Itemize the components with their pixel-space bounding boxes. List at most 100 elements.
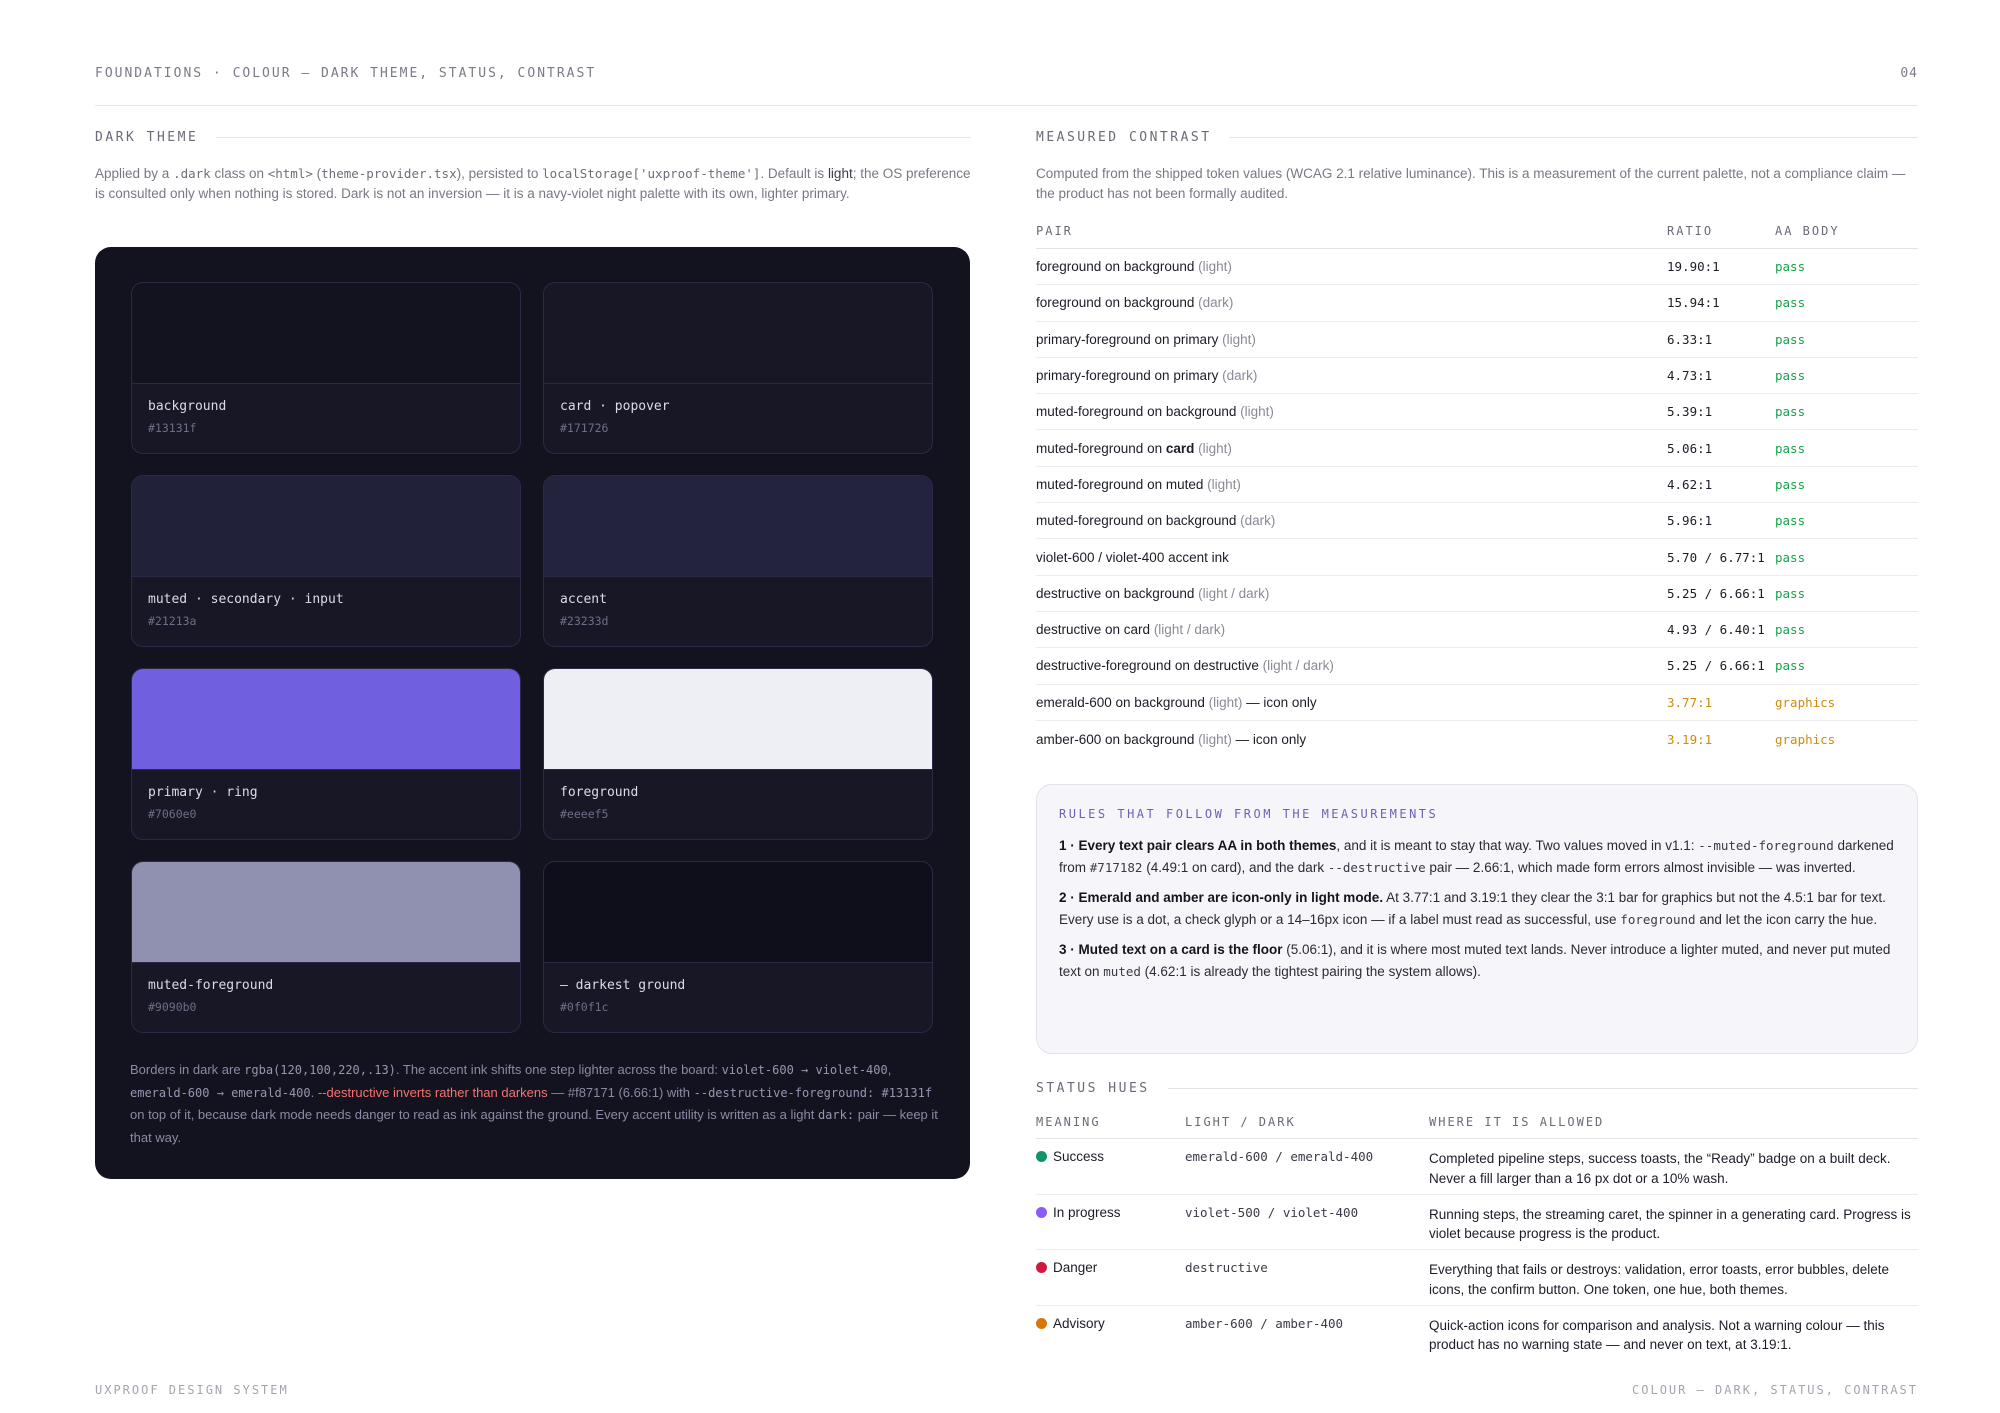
- status-meaning: Danger: [1036, 1260, 1185, 1275]
- contrast-pair: muted-foreground on card (light): [1036, 441, 1667, 456]
- contrast-table-body: foreground on background (light) 19.90:1 p…: [1036, 249, 1918, 757]
- contrast-ratio: 5.70 / 6.77:1: [1667, 549, 1765, 565]
- dark-theme-heading-label: DARK THEME: [95, 130, 199, 145]
- table-row: destructive-foreground on destructive (l…: [1036, 648, 1918, 685]
- table-row: primary-foreground on primary (light) 6.3…: [1036, 322, 1918, 358]
- swatch-color-fill: [132, 669, 520, 770]
- inline-code: theme-provider.tsx: [321, 166, 457, 181]
- text-segment: — icon only: [1231, 731, 1307, 747]
- table-row: In progress violet-500 / violet-400 Runnin…: [1036, 1195, 1918, 1250]
- status-label: Success: [1053, 1149, 1105, 1164]
- column-header-meaning: MEANING: [1036, 1115, 1101, 1129]
- color-swatch: accent #23233d: [543, 475, 933, 647]
- status-dot-icon: [1036, 1206, 1047, 1218]
- swatch-hex: #13131f: [148, 421, 197, 435]
- contrast-table-header: PAIR RATIO AA BODY: [1036, 214, 1918, 249]
- aa-body-result: graphics: [1775, 694, 1836, 710]
- swatch-name: muted · secondary · input: [148, 592, 344, 607]
- contrast-ratio: 19.90:1: [1667, 259, 1720, 275]
- color-swatch: — darkest ground #0f0f1c: [543, 861, 933, 1033]
- inline-code: <html>: [267, 166, 313, 181]
- swatch-color-fill: [544, 283, 932, 384]
- swatch-hex: #21213a: [148, 614, 197, 628]
- heading-rule: [216, 137, 970, 138]
- aa-body-result: pass: [1775, 259, 1806, 275]
- text-segment: Applied by a: [95, 166, 174, 181]
- theme-note: (light): [1240, 404, 1274, 420]
- swatch-name: primary · ring: [148, 785, 258, 800]
- rules-list: 1 · Every text pair clears AA in both th…: [1059, 835, 1895, 982]
- inline-code: --muted-foreground: [1698, 838, 1834, 853]
- aa-body-result: pass: [1775, 622, 1806, 638]
- status-dot-icon: [1036, 1317, 1047, 1329]
- text-segment: muted-foreground on background: [1036, 513, 1241, 529]
- page-number: 04: [1900, 66, 1918, 81]
- swatch-hex: #9090b0: [148, 1000, 197, 1014]
- inline-code: .dark: [173, 166, 211, 181]
- text-segment: — icon only: [1242, 694, 1317, 710]
- table-row: primary-foreground on primary (dark) 4.73…: [1036, 358, 1918, 395]
- heading-rule: [1229, 137, 1918, 138]
- theme-note: (light): [1208, 694, 1243, 710]
- theme-note: (dark): [1198, 295, 1234, 311]
- emphasis-text: 3 · Muted text on a card is the floor: [1059, 942, 1283, 957]
- theme-note: (light): [1207, 476, 1241, 492]
- status-heading-label: STATUS HUES: [1036, 1081, 1150, 1096]
- inline-code: --destructive: [1327, 859, 1426, 875]
- contrast-lead: Computed from the shipped token values (…: [1036, 166, 1906, 201]
- status-usage: Running steps, the streaming caret, the …: [1429, 1206, 1911, 1242]
- status-dot-icon: [1036, 1151, 1047, 1162]
- table-row: muted-foreground on muted (light) 4.62:1 p…: [1036, 467, 1918, 504]
- inline-code: dark:: [817, 1108, 855, 1122]
- emphasis-text: 2 · Emerald and amber are icon-only in l…: [1059, 890, 1384, 905]
- inline-code: --destructive-foreground: #13131f: [693, 1085, 933, 1100]
- aa-body-result: pass: [1775, 440, 1806, 456]
- status-meaning: Advisory: [1036, 1316, 1185, 1331]
- theme-note: (light): [1198, 731, 1232, 747]
- contrast-ratio: 5.25 / 6.66:1: [1667, 658, 1765, 674]
- aa-body-result: pass: [1775, 658, 1806, 674]
- swatch-hex: #eeeef5: [560, 807, 609, 821]
- text-segment: primary-foreground on primary: [1036, 368, 1223, 384]
- color-swatch: card · popover #171726: [543, 282, 933, 454]
- inline-code: localStorage['uxproof-theme']: [542, 166, 761, 181]
- text-segment: , and it is meant to stay that way. Two …: [1336, 838, 1699, 853]
- text-segment: .: [310, 1084, 318, 1100]
- text-segment: muted-foreground on background: [1036, 404, 1241, 420]
- table-row: muted-foreground on background (dark) 5.9…: [1036, 503, 1918, 540]
- text-segment: class on: [210, 166, 268, 181]
- contrast-pair: destructive-foreground on destructive (l…: [1036, 658, 1667, 673]
- contrast-heading: MEASURED CONTRAST: [1036, 130, 1918, 145]
- status-token: violet-500 / violet-400: [1185, 1204, 1359, 1220]
- status-label: Danger: [1053, 1260, 1098, 1275]
- swatch-color-fill: [544, 476, 932, 577]
- text-segment: destructive on card: [1036, 622, 1154, 638]
- inline-code: emerald-600 → emerald-400: [130, 1085, 311, 1100]
- text-segment: and let the icon carry the hue.: [1695, 911, 1878, 927]
- heading-rule: [1167, 1088, 1918, 1089]
- contrast-ratio: 4.62:1: [1667, 476, 1713, 492]
- text-segment: muted-foreground on muted: [1036, 476, 1208, 492]
- text-segment: (4.62:1 is already the tightest pairing …: [1140, 963, 1481, 979]
- inline-code: rgba(120,100,220,.13): [244, 1063, 396, 1077]
- text-segment: — #f87171 (6.66:1) with: [547, 1084, 694, 1100]
- text-segment: destructive on background: [1036, 585, 1199, 601]
- status-usage: Quick-action icons for comparison and an…: [1429, 1317, 1885, 1353]
- text-segment: ), persisted to: [456, 166, 543, 181]
- text-segment: ,: [887, 1062, 892, 1077]
- rule-item: 2 · Emerald and amber are icon-only in l…: [1059, 887, 1895, 930]
- swatch-name: accent: [560, 592, 607, 607]
- theme-note: (light): [1222, 331, 1256, 347]
- status-dot-icon: [1036, 1262, 1047, 1273]
- color-swatch: muted-foreground #9090b0: [131, 861, 521, 1033]
- status-usage: Completed pipeline steps, success toasts…: [1429, 1151, 1891, 1186]
- text-segment: muted-foreground on: [1036, 440, 1166, 456]
- contrast-pair: destructive on background (light / dark): [1036, 586, 1667, 601]
- theme-note: (dark): [1222, 368, 1258, 384]
- column-header-pair: PAIR: [1036, 224, 1073, 238]
- status-token: amber-600 / amber-400: [1185, 1315, 1344, 1331]
- table-row: muted-foreground on card (light) 5.06:1 pa…: [1036, 430, 1918, 467]
- swatch-name: background: [148, 399, 227, 414]
- contrast-ratio: 4.73:1: [1667, 368, 1713, 384]
- contrast-pair: muted-foreground on background (light): [1036, 404, 1667, 419]
